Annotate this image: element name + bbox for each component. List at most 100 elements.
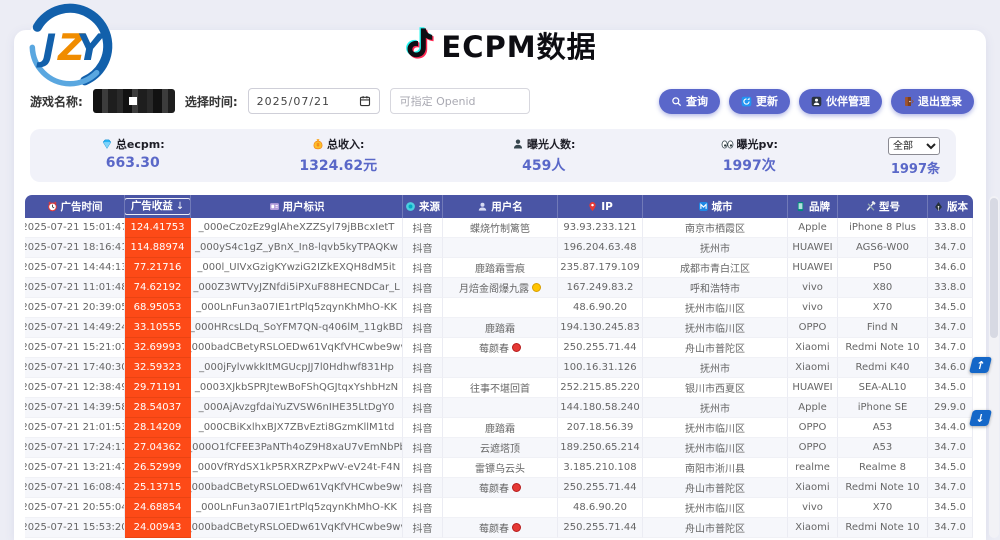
cell-model: Realme 8 bbox=[838, 458, 928, 478]
cell-text: Redmi K40 bbox=[856, 362, 910, 373]
cell-text: 28.54037 bbox=[134, 402, 182, 413]
column-label: IP bbox=[601, 201, 613, 213]
cell-ip: 167.249.83.2 bbox=[558, 278, 643, 298]
filter-block: 全部 1997条 bbox=[852, 134, 956, 178]
cell-text: 鹿踏霜雪痕 bbox=[475, 260, 525, 275]
cell-model: X80 bbox=[838, 278, 928, 298]
cell-openid: _0003XJkbSPRJtewBoFShQGJtqxYshbHzN bbox=[191, 378, 403, 398]
cell-text: 抚州市临川区 bbox=[685, 300, 745, 315]
cell-openid: _000LnFun3a07IE1rtPlq5zqynKhMhO-KK bbox=[191, 298, 403, 318]
cell-revenue: 24.00943 bbox=[125, 518, 191, 538]
column-header-revenue[interactable]: 广告收益↓ bbox=[125, 195, 191, 218]
cell-text: 2025-07-21 14:39:58 bbox=[25, 402, 125, 413]
cell-brand: vivo bbox=[788, 278, 838, 298]
cell-version: 34.4.0 bbox=[928, 418, 973, 438]
cell-username: 云遮塔顶 bbox=[443, 438, 558, 458]
cell-text: 2025-07-21 15:21:07 bbox=[25, 342, 125, 353]
cell-text: 34.5.0 bbox=[934, 382, 966, 393]
scrollbar-thumb[interactable] bbox=[990, 198, 998, 338]
table-row[interactable]: 2025-07-21 14:44:1377.21716_000l_UIVxGzi… bbox=[25, 258, 973, 278]
stat-value: 1997次 bbox=[647, 155, 853, 175]
table-row[interactable]: 2025-07-21 12:38:49 29.71191 _0003XJkbSPRJ… bbox=[25, 378, 973, 398]
cell-text: Redmi Note 10 bbox=[845, 342, 919, 353]
refresh-button[interactable]: 更新 bbox=[729, 89, 790, 114]
sort-revenue-button[interactable]: 广告收益↓ bbox=[125, 198, 191, 215]
column-label: 广告时间 bbox=[61, 199, 103, 214]
column-header-city: 城市 bbox=[643, 195, 788, 218]
stats-holder: 总ecpm:663.30总收入:1324.62元曝光人数:459人曝光pv:19… bbox=[30, 136, 852, 175]
strawberry-emoji-icon bbox=[512, 483, 521, 492]
table-row[interactable]: 2025-07-21 13:21:4726.52999_000VfRYdSX1k… bbox=[25, 458, 973, 478]
table-row[interactable]: 2025-07-21 11:01:4874.62192_000Z3WTVyJZN… bbox=[25, 278, 973, 298]
cell-source: 抖音 bbox=[403, 378, 443, 398]
cell-username bbox=[443, 298, 558, 318]
select-time-label: 选择时间: bbox=[185, 93, 238, 110]
table-row[interactable]: 2025-07-21 15:21:0732.69993_000badCBetyR… bbox=[25, 338, 973, 358]
cell-openid: _000Z3WTVyJZNfdi5iPXuF88HECNDCar_L bbox=[191, 278, 403, 298]
cell-time: 2025-07-21 14:39:58 bbox=[25, 398, 125, 418]
scroll-up-badge[interactable]: ↑ bbox=[969, 357, 992, 373]
cell-text: 抖音 bbox=[413, 480, 433, 495]
table-row[interactable]: 2025-07-21 14:39:58 28.54037 _000AjAvzgfda… bbox=[25, 398, 973, 418]
logout-button[interactable]: 退出登录 bbox=[891, 89, 974, 114]
cell-username: 雷镖乌云头 bbox=[443, 458, 558, 478]
strawberry-emoji-icon bbox=[512, 523, 521, 532]
table-row[interactable]: 2025-07-21 15:53:2024.00943_000badCBetyR… bbox=[25, 518, 973, 538]
cell-text: 抚州市 bbox=[700, 240, 730, 255]
table-row[interactable]: 2025-07-21 14:49:2433.10555_000HRcsLDq_S… bbox=[25, 318, 973, 338]
openid-input[interactable] bbox=[390, 88, 530, 114]
table-row[interactable]: 2025-07-21 20:55:0424.68854_000LnFun3a07… bbox=[25, 498, 973, 518]
cell-text: 34.7.0 bbox=[934, 322, 966, 333]
cell-city: 抚州市临川区 bbox=[643, 318, 788, 338]
cell-text: 往事不堪回首 bbox=[470, 380, 530, 395]
cell-text: iPhone 8 Plus bbox=[849, 222, 916, 233]
scroll-down-badge[interactable]: ↓ bbox=[969, 410, 992, 426]
cell-city: 舟山市普陀区 bbox=[643, 478, 788, 498]
cell-text: 抖音 bbox=[413, 500, 433, 515]
cell-text: _000eCz0zEz9glAheXZZSyl79jBBcxIetT bbox=[199, 222, 395, 233]
cell-ip: 48.6.90.20 bbox=[558, 498, 643, 518]
cell-text: 2025-07-21 14:44:13 bbox=[25, 262, 125, 273]
cell-text: 雷镖乌云头 bbox=[475, 460, 525, 475]
table-row[interactable]: 2025-07-21 20:39:0568.95053_000LnFun3a07… bbox=[25, 298, 973, 318]
cell-text: 2025-07-21 11:01:48 bbox=[25, 282, 125, 293]
table-row[interactable]: 2025-07-21 16:08:4725.13715_000badCBetyR… bbox=[25, 478, 973, 498]
cell-text: 33.8.0 bbox=[934, 282, 966, 293]
cell-text: 2025-07-21 12:38:49 bbox=[25, 382, 125, 393]
cell-username: 鹿踏霜 bbox=[443, 418, 558, 438]
cell-username: 往事不堪回首 bbox=[443, 378, 558, 398]
cell-time: 2025-07-21 12:38:49 bbox=[25, 378, 125, 398]
cell-ip: 196.204.63.48 bbox=[558, 238, 643, 258]
table-row[interactable]: 2025-07-21 17:24:1727.04362_000O1fCFEE3P… bbox=[25, 438, 973, 458]
cell-openid: _000HRcsLDq_SoYFM7QN-q406lM_11gkBD bbox=[191, 318, 403, 338]
cell-time: 2025-07-21 14:44:13 bbox=[25, 258, 125, 278]
scope-select[interactable]: 全部 bbox=[888, 137, 940, 155]
calendar-icon[interactable] bbox=[359, 95, 371, 107]
cell-text: AGS6-W00 bbox=[856, 242, 909, 253]
cell-model: iPhone 8 Plus bbox=[838, 218, 928, 238]
cell-revenue: 25.13715 bbox=[125, 478, 191, 498]
cell-text: SEA-AL10 bbox=[859, 382, 907, 393]
search-button[interactable]: 查询 bbox=[659, 89, 720, 114]
cell-revenue: 29.71191 bbox=[125, 378, 191, 398]
table-row[interactable]: 2025-07-21 17:40:3032.59323_000jFylvwkkI… bbox=[25, 358, 973, 378]
date-input[interactable]: 2025/07/21 bbox=[248, 88, 380, 114]
cell-text: _000AjAvzgfdaiYuZVSW6nIHE35LtDgY0 bbox=[199, 402, 395, 413]
cell-text: OPPO bbox=[799, 422, 827, 433]
cell-text: realme bbox=[795, 462, 830, 473]
cell-text: 成都市青白江区 bbox=[680, 260, 750, 275]
cell-brand: Apple bbox=[788, 398, 838, 418]
cell-revenue: 26.52999 bbox=[125, 458, 191, 478]
column-label: 品牌 bbox=[809, 199, 830, 214]
table-row[interactable]: 2025-07-21 15:01:47124.41753_000eCz0zEz9… bbox=[25, 218, 973, 238]
scrollbar-track[interactable] bbox=[989, 196, 999, 538]
cell-text: Apple bbox=[798, 222, 826, 233]
users-button[interactable]: 伙伴管理 bbox=[799, 89, 882, 114]
cell-text: X80 bbox=[873, 282, 893, 293]
cell-text: 29.71191 bbox=[134, 382, 182, 393]
table-row[interactable]: 2025-07-21 21:01:5328.14209_000CBiKxlhxB… bbox=[25, 418, 973, 438]
brand-title-block: ECPM数据 bbox=[0, 24, 1000, 66]
cell-model: AGS6-W00 bbox=[838, 238, 928, 258]
table-row[interactable]: 2025-07-21 18:16:41114.88974_000yS4c1gZ_… bbox=[25, 238, 973, 258]
logout-icon bbox=[903, 96, 914, 107]
